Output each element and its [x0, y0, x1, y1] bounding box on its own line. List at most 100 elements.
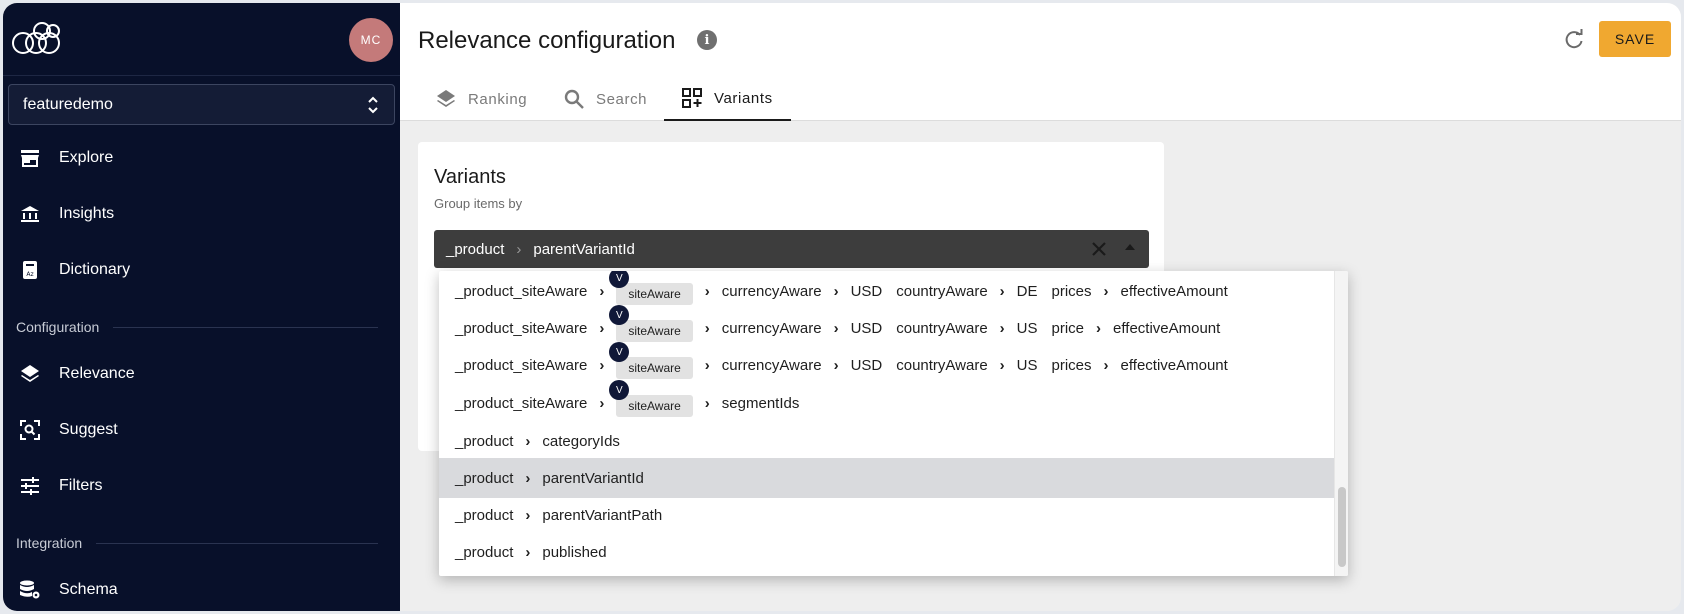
path-segment: categoryIds	[542, 432, 620, 450]
path-segment: _product_siteAware	[455, 319, 588, 337]
path-segment: segmentIds	[721, 394, 800, 412]
page-header: Relevance configuration i SAVE Ranking S…	[400, 3, 1681, 121]
tab-label: Ranking	[468, 90, 528, 108]
variant-badge: V	[609, 342, 630, 362]
chevron-right-icon: ›	[599, 319, 605, 337]
path-segment: effectiveAmount	[1120, 282, 1228, 300]
chip-label: siteAware	[628, 399, 681, 413]
tab-search[interactable]: Search	[546, 77, 665, 121]
sidebar-item-insights[interactable]: Insights	[3, 192, 400, 236]
tab-variants[interactable]: Variants	[664, 77, 791, 121]
chevron-right-icon: ›	[704, 356, 710, 374]
section-label: Configuration	[16, 319, 100, 335]
tab-ranking[interactable]: Ranking	[418, 77, 545, 121]
card-title: Variants	[434, 166, 506, 188]
chip-label: siteAware	[628, 324, 681, 338]
sidebar-item-label: Suggest	[59, 421, 118, 438]
chevron-right-icon: ›	[704, 394, 710, 412]
book-icon: Az	[19, 259, 41, 281]
sidebar-item-filters[interactable]: Filters	[3, 464, 400, 508]
dropdown-option[interactable]: _product › categoryIds	[439, 421, 1334, 461]
grid-plus-icon	[682, 88, 702, 108]
tune-icon	[19, 475, 41, 497]
caret-up-icon[interactable]	[1125, 244, 1135, 250]
path-segment: countryAware	[896, 356, 988, 374]
group-by-select[interactable]: _product › parentVariantId	[434, 230, 1149, 268]
path-segment: prices	[1051, 356, 1092, 374]
section-integration: Integration	[16, 535, 378, 551]
chevron-right-icon: ›	[999, 282, 1005, 300]
sidebar-item-suggest[interactable]: Suggest	[3, 408, 400, 452]
path-segment: DE	[1016, 282, 1038, 300]
chevron-right-icon: ›	[525, 469, 531, 487]
dropdown-option[interactable]: _product_siteAware › VsiteAware › currencyAw…	[439, 271, 1334, 311]
path-segment: parentVariantId	[533, 240, 635, 258]
chevron-right-icon: ›	[1096, 319, 1102, 337]
dropdown-option[interactable]: _product › published	[439, 532, 1334, 572]
sidebar-item-explore[interactable]: Explore	[3, 136, 400, 180]
path-segment: USD	[850, 282, 883, 300]
sidebar: MC featuredemo Explore Insights Az Dicti…	[3, 3, 400, 611]
path-segment: countryAware	[896, 319, 988, 337]
divider	[96, 542, 378, 544]
site-aware-chip: VsiteAware	[609, 271, 693, 305]
path-segment: _product	[455, 432, 514, 450]
chevron-right-icon: ›	[1103, 282, 1109, 300]
chevron-right-icon: ›	[999, 356, 1005, 374]
save-button[interactable]: SAVE	[1599, 21, 1671, 57]
scrollbar-thumb[interactable]	[1338, 487, 1346, 567]
sidebar-item-relevance[interactable]: Relevance	[3, 352, 400, 396]
app-logo[interactable]	[11, 19, 61, 59]
layers-icon	[437, 90, 455, 107]
chevron-right-icon: ›	[833, 282, 839, 300]
path-segment: price	[1051, 319, 1085, 337]
dropdown-option[interactable]: _product_siteAware › VsiteAware › currencyAw…	[439, 342, 1334, 385]
path-segment: _product	[455, 506, 514, 524]
svg-text:Az: Az	[26, 271, 33, 278]
path-segment: prices	[1051, 282, 1092, 300]
database-gear-icon	[19, 579, 41, 601]
site-aware-chip: VsiteAware	[609, 305, 693, 342]
chip-label: siteAware	[628, 287, 681, 301]
section-configuration: Configuration	[16, 319, 378, 335]
search-icon	[564, 89, 584, 109]
chevron-right-icon: ›	[833, 319, 839, 337]
path-segment: _product	[446, 240, 505, 258]
tab-label: Variants	[714, 89, 773, 107]
scrollbar[interactable]	[1334, 271, 1348, 576]
layers-icon	[19, 363, 41, 385]
dropdown-option[interactable]: _product_siteAware › VsiteAware › segmentIds	[439, 380, 1334, 423]
variant-badge: V	[609, 305, 630, 325]
path-segment: _product_siteAware	[455, 394, 588, 412]
site-aware-chip: VsiteAware	[609, 380, 693, 417]
path-segment: _product_siteAware	[455, 356, 588, 374]
chevron-right-icon: ›	[516, 240, 522, 258]
chip-label: siteAware	[628, 361, 681, 375]
group-by-dropdown: _product_siteAware › VsiteAware › currencyAw…	[439, 271, 1348, 576]
path-segment: effectiveAmount	[1120, 356, 1228, 374]
dropdown-option[interactable]: _product › parentVariantId	[439, 458, 1334, 498]
sidebar-item-schema[interactable]: Schema	[3, 568, 400, 611]
section-label: Integration	[16, 535, 83, 551]
project-select[interactable]: featuredemo	[8, 84, 395, 125]
info-icon[interactable]: i	[697, 30, 717, 50]
sidebar-item-label: Filters	[59, 477, 103, 494]
card-subtitle: Group items by	[434, 196, 523, 211]
path-segment: US	[1016, 319, 1038, 337]
chevron-right-icon: ›	[525, 506, 531, 524]
variant-badge: V	[609, 271, 630, 288]
close-icon[interactable]	[1089, 239, 1109, 259]
path-segment: USD	[850, 356, 883, 374]
dropdown-option[interactable]: _product › parentVariantPath	[439, 495, 1334, 535]
unfold-icon	[368, 96, 378, 113]
page-title: Relevance configuration	[418, 27, 676, 54]
path-segment: countryAware	[896, 282, 988, 300]
sidebar-item-dictionary[interactable]: Az Dictionary	[3, 248, 400, 292]
avatar[interactable]: MC	[349, 18, 393, 62]
path-segment: currencyAware	[721, 319, 822, 337]
chevron-right-icon: ›	[704, 282, 710, 300]
bank-icon	[19, 203, 41, 225]
dropdown-option[interactable]: _product_siteAware › VsiteAware › currencyAw…	[439, 305, 1334, 348]
refresh-icon[interactable]	[1563, 29, 1585, 51]
sidebar-item-label: Relevance	[59, 365, 135, 382]
